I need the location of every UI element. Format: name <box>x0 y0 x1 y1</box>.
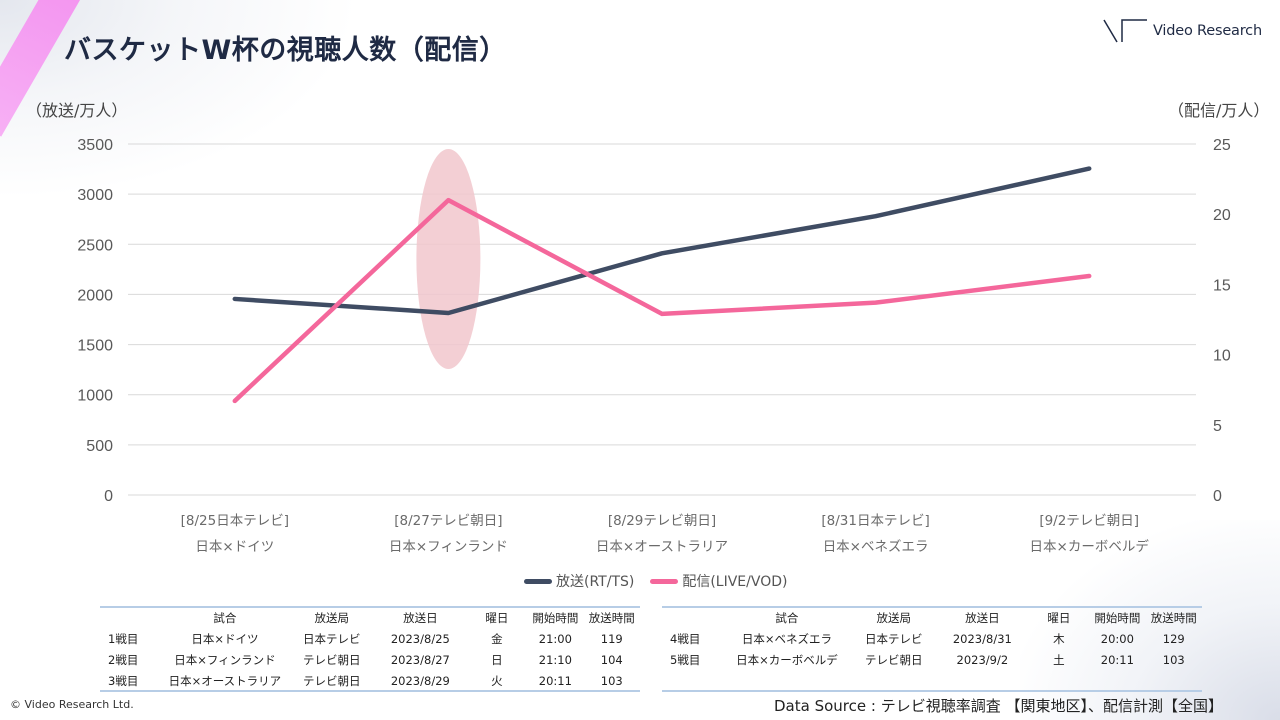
copyright: © Video Research Ltd. <box>10 698 134 711</box>
category-label-broadcast: [8/27テレビ朝日] <box>394 513 502 529</box>
category-label-broadcast: [9/2テレビ朝日] <box>1039 513 1139 529</box>
header-cell: 放送時間 <box>1150 611 1197 625</box>
category-label-match: 日本×フィンランド <box>389 539 508 555</box>
cell: 2023/8/31 <box>952 631 1012 646</box>
category-label-match: 日本×ドイツ <box>195 539 274 555</box>
cell: 1戦目 <box>108 631 139 646</box>
cell: 日本×フィンランド <box>174 652 276 667</box>
left-axis-tick-label: 2000 <box>77 287 113 304</box>
right-axis-tick-label: 5 <box>1213 418 1222 435</box>
legend-label-broadcast: 放送(RT/TS) <box>556 574 635 590</box>
cell: 日 <box>491 652 503 667</box>
cell: 日本テレビ <box>302 631 361 646</box>
left-axis-tick-label: 1500 <box>77 338 113 355</box>
cell: 木 <box>1053 631 1065 646</box>
cell: 2戦目 <box>108 652 139 667</box>
cell: 日本×オーストラリア <box>168 673 282 688</box>
category-label-broadcast: [8/29テレビ朝日] <box>608 513 716 529</box>
left-axis-tick-label: 3000 <box>77 187 113 204</box>
cell: 2023/8/27 <box>390 652 450 667</box>
header-cell: 放送日 <box>965 611 1000 625</box>
header-cell: 放送局 <box>876 611 911 625</box>
table-row: 5戦目 日本×カーボベルデ テレビ朝日 2023/9/2 土 20:11 103 <box>662 649 1202 670</box>
header-cell: 試合 <box>775 611 799 625</box>
cell: 21:00 <box>538 631 572 646</box>
highlight-ellipse <box>416 149 481 369</box>
cell: 104 <box>600 652 623 667</box>
right-axis-tick-label: 20 <box>1213 207 1231 224</box>
table-header-row: 試合 放送局 放送日 曜日 開始時間 放送時間 <box>662 608 1202 628</box>
cell: 21:10 <box>538 652 572 667</box>
left-axis-tick-label: 0 <box>104 488 113 505</box>
legend-item-streaming[interactable]: 配信(LIVE/VOD) <box>650 571 787 591</box>
cell: 日本テレビ <box>864 631 923 646</box>
cell: 2023/8/25 <box>390 631 450 646</box>
cell: 金 <box>491 631 503 646</box>
header-cell <box>662 608 722 628</box>
header-cell: 曜日 <box>485 611 509 625</box>
match-table-2: 試合 放送局 放送日 曜日 開始時間 放送時間 4戦目 日本×ベネズエラ 日本テ… <box>662 606 1202 692</box>
right-axis-tick-label: 10 <box>1213 348 1231 365</box>
header-cell: 開始時間 <box>532 611 579 625</box>
match-table-1: 試合 放送局 放送日 曜日 開始時間 放送時間 1戦目 日本×ドイツ 日本テレビ… <box>100 606 640 692</box>
legend-item-broadcast[interactable]: 放送(RT/TS) <box>524 571 634 591</box>
cell: 3戦目 <box>108 673 139 688</box>
cell: 2023/9/2 <box>956 652 1009 667</box>
right-axis-tick-label: 15 <box>1213 277 1231 294</box>
header-cell: 試合 <box>213 611 237 625</box>
table-row: 4戦目 日本×ベネズエラ 日本テレビ 2023/8/31 木 20:00 129 <box>662 628 1202 649</box>
category-label-match: 日本×ベネズエラ <box>823 539 929 555</box>
cell: 火 <box>491 673 503 688</box>
legend-swatch-broadcast <box>524 578 552 584</box>
cell: 20:11 <box>1100 652 1134 667</box>
cell: テレビ朝日 <box>302 652 361 667</box>
highlight-layer <box>416 149 481 369</box>
category-label-broadcast: [8/31日本テレビ] <box>821 513 929 529</box>
cell: 日本×ドイツ <box>191 631 259 646</box>
left-axis-tick-label: 500 <box>86 438 113 455</box>
cell: 日本×ベネズエラ <box>741 631 832 646</box>
header-cell: 放送日 <box>403 611 438 625</box>
series-lines <box>232 166 1092 404</box>
category-label-broadcast: [8/25日本テレビ] <box>181 513 289 529</box>
header-cell: 放送局 <box>314 611 349 625</box>
cell: テレビ朝日 <box>302 673 361 688</box>
category-labels: [8/25日本テレビ] 日本×ドイツ [8/27テレビ朝日] 日本×フィンランド [8/… <box>181 513 1150 555</box>
right-axis-tick-label: 0 <box>1213 488 1222 505</box>
cell: 2023/8/29 <box>390 673 450 688</box>
left-axis-tick-label: 2500 <box>77 237 113 254</box>
category-label-match: 日本×オーストラリア <box>596 539 728 555</box>
cell: 土 <box>1053 652 1065 667</box>
cell: 129 <box>1162 631 1185 646</box>
header-cell <box>100 608 160 628</box>
axis-ticks: 0 500 1000 1500 2000 2500 3000 3500 0 5 10 15 20 25 <box>77 137 1230 505</box>
header-cell: 放送時間 <box>588 611 635 625</box>
table-row: 3戦目 日本×オーストラリア テレビ朝日 2023/8/29 火 20:11 1… <box>100 670 640 691</box>
table-header-row: 試合 放送局 放送日 曜日 開始時間 放送時間 <box>100 608 640 628</box>
table-row: 2戦目 日本×フィンランド テレビ朝日 2023/8/27 日 21:10 10… <box>100 649 640 670</box>
left-axis-tick-label: 3500 <box>77 137 113 154</box>
cell: 日本×カーボベルデ <box>736 652 838 667</box>
cell: 119 <box>600 631 623 646</box>
cell: 103 <box>1162 652 1185 667</box>
category-label-match: 日本×カーボベルデ <box>1030 538 1150 555</box>
header-cell: 開始時間 <box>1094 611 1141 625</box>
table-row: 1戦目 日本×ドイツ 日本テレビ 2023/8/25 金 21:00 119 <box>100 628 640 649</box>
legend-swatch-streaming <box>650 578 679 584</box>
cell: 4戦目 <box>670 631 701 646</box>
cell: 20:11 <box>538 673 572 688</box>
legend-label-streaming: 配信(LIVE/VOD) <box>682 574 788 590</box>
series-line-streaming <box>232 197 1092 404</box>
right-axis-tick-label: 25 <box>1213 137 1231 154</box>
cell: 5戦目 <box>670 652 701 667</box>
left-axis-tick-label: 1000 <box>77 388 113 405</box>
cell: 20:00 <box>1100 631 1134 646</box>
data-source: Data Source : テレビ視聴率調査 【関東地区】、配信計測【全国】 <box>774 697 1223 715</box>
cell: 103 <box>600 673 623 688</box>
gridlines <box>128 143 1196 496</box>
header-cell: 曜日 <box>1047 611 1071 625</box>
chart-legend: 放送(RT/TS) 配信(LIVE/VOD) <box>524 571 803 591</box>
cell: テレビ朝日 <box>864 652 923 667</box>
